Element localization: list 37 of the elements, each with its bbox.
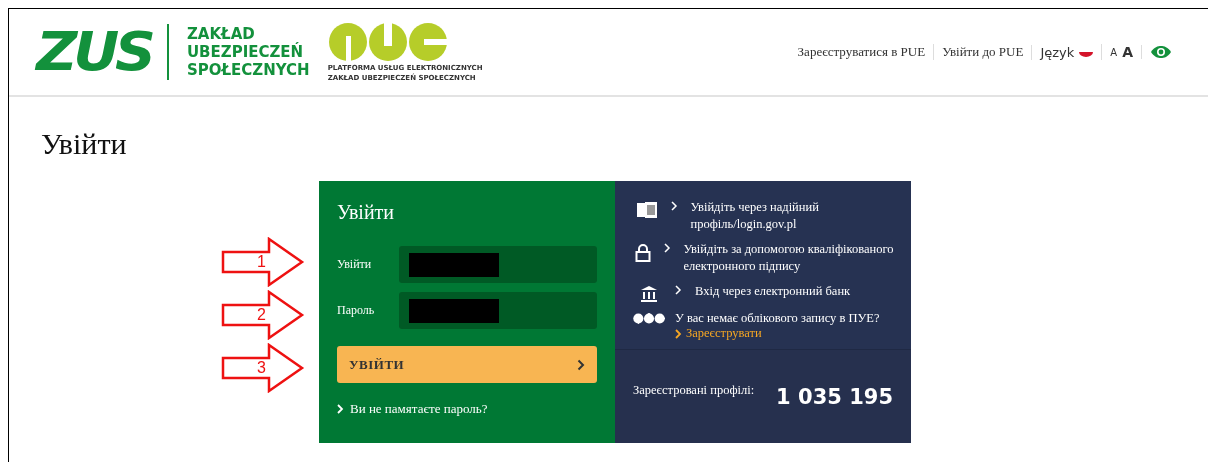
annotation-number: 2: [257, 307, 266, 323]
institution-name: UBEZPIECZEŃ: [186, 43, 305, 61]
font-size-control[interactable]: A A: [1101, 44, 1141, 60]
padlock-icon: [635, 243, 652, 263]
chevron-icon: [675, 285, 682, 295]
zus-logo: ZUS: [36, 25, 152, 79]
input-field[interactable]: [399, 246, 597, 283]
institution-name: SPOŁECZNYCH: [186, 61, 310, 79]
nav-link[interactable]: Зареєструватися в PUE: [789, 44, 934, 60]
stats-label: Зареєстровані профілі:: [633, 383, 755, 398]
page-title: Увійти: [41, 127, 128, 161]
input-field[interactable]: [399, 292, 597, 329]
stats-value: 1 035 195: [776, 384, 893, 409]
chevron-icon: [577, 358, 585, 371]
chevron-icon: [663, 243, 671, 253]
annotation-number: 3: [257, 360, 266, 376]
annotation-number: 1: [257, 254, 266, 270]
chevron-icon: [337, 404, 344, 414]
bank-icon: [640, 285, 658, 303]
language-link[interactable]: Język: [1031, 44, 1102, 60]
chevron-icon: [670, 201, 678, 211]
login-title: Увійти: [337, 201, 396, 224]
id-card-icon: [636, 201, 657, 219]
field-label: Увійти: [337, 257, 373, 272]
institution-name: ZAKŁAD: [186, 25, 255, 43]
nav-link[interactable]: Увійти до PUE: [933, 44, 1032, 60]
login-method-link[interactable]: Увійдіть через надійний профіль/login.gov.pl: [633, 199, 895, 233]
register-link[interactable]: Зареєструвати: [675, 326, 880, 341]
logo-divider: [166, 24, 169, 80]
login-method-link[interactable]: Вхід через електронний банк: [633, 283, 895, 303]
forgot-password-link[interactable]: Ви не памятаєте пароль?: [337, 401, 597, 417]
chevron-icon: [675, 328, 682, 339]
eye-icon[interactable]: [1150, 45, 1172, 59]
field-label: Пароль: [337, 303, 376, 318]
login-button[interactable]: УВІЙТИ: [337, 346, 597, 383]
login-method-link[interactable]: Увійдіть за допомогою кваліфікованого електронного підпису: [633, 241, 895, 275]
register-question: У вас немає облікового запису в ПУЕ?: [675, 311, 880, 326]
